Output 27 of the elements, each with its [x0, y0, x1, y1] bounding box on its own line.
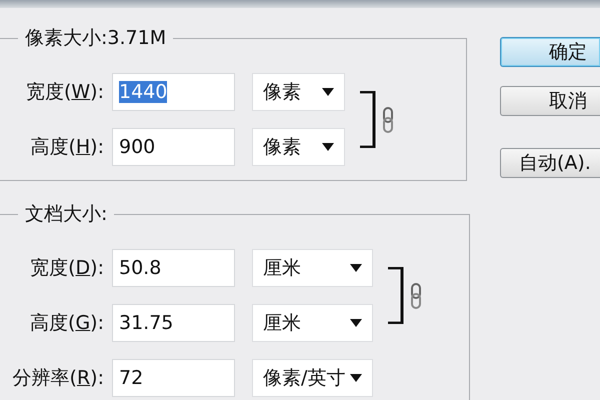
field-label: 宽度(W):	[24, 80, 105, 105]
field-label: 宽度(D):	[29, 256, 105, 281]
caret-icon	[350, 264, 362, 272]
caret-icon	[322, 88, 334, 96]
dialog-button[interactable]: 自动(A).	[500, 148, 600, 178]
chain-icon[interactable]	[410, 282, 422, 308]
unit-dropdown[interactable]: 厘米	[252, 304, 373, 342]
caret-icon	[350, 374, 362, 382]
unit-dropdown[interactable]: 像素	[252, 128, 345, 166]
chain-icon[interactable]	[382, 106, 394, 132]
input-field[interactable]: 900	[112, 128, 235, 166]
group-title: 像素大小:3.71M	[18, 28, 174, 48]
dialog-button[interactable]: 确定	[500, 37, 600, 67]
input-field[interactable]: 1440	[112, 73, 235, 111]
input-field[interactable]: 31.75	[112, 304, 235, 342]
input-field[interactable]: 50.8	[112, 249, 235, 287]
group-title: 文档大小:	[18, 204, 114, 224]
field-label: 高度(G):	[29, 311, 105, 336]
caret-icon	[350, 319, 362, 327]
unit-dropdown[interactable]: 厘米	[252, 249, 373, 287]
input-field[interactable]: 72	[112, 359, 235, 397]
unit-dropdown[interactable]: 像素	[252, 73, 345, 111]
dialog-button[interactable]: 取消	[500, 86, 600, 116]
field-label: 分辨率(R):	[12, 366, 105, 391]
caret-icon	[322, 143, 334, 151]
unit-dropdown[interactable]: 像素/英寸	[252, 359, 373, 397]
field-label: 高度(H):	[29, 135, 105, 160]
